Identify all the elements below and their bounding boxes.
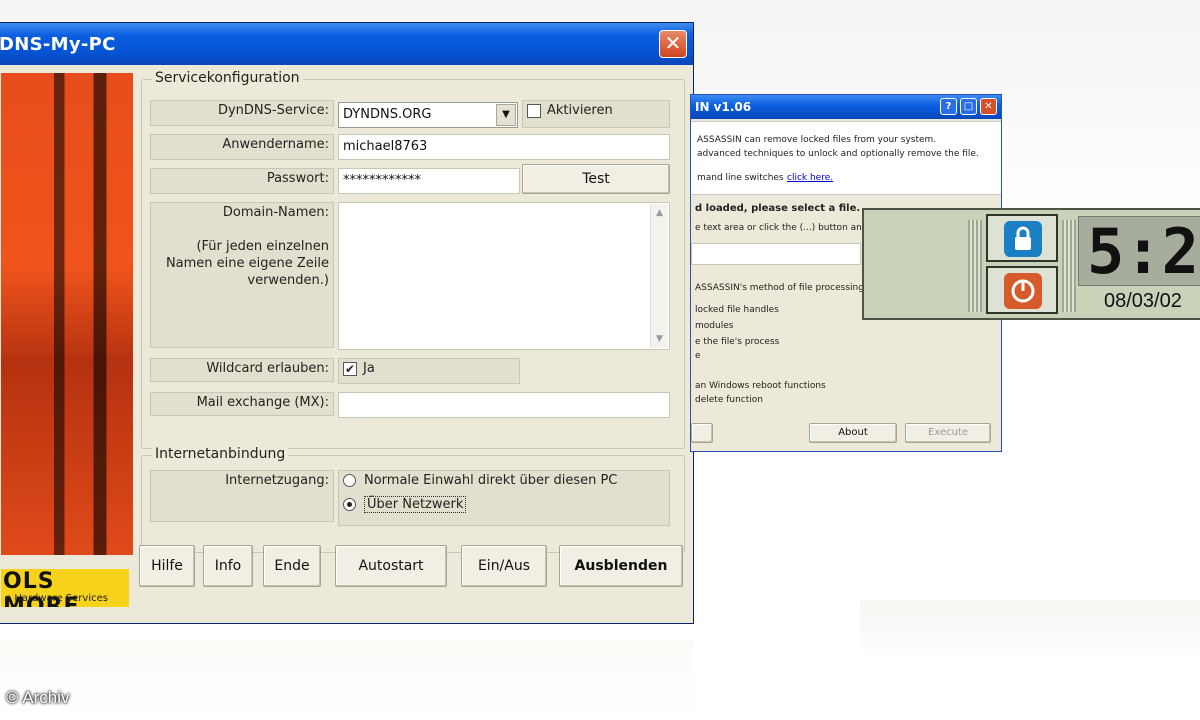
logo-image [1, 73, 133, 555]
assassin-desc-line-3: mand line switches [697, 173, 784, 183]
domain-names-title: Domain-Namen: [222, 205, 329, 220]
window-reflection [0, 640, 694, 720]
chevron-down-icon[interactable]: ▼ [496, 104, 516, 126]
username-field[interactable]: michael8763 [338, 134, 670, 160]
execute-button[interactable]: Execute [905, 423, 991, 443]
wildcard-checkbox[interactable]: ✔ [343, 361, 357, 376]
internet-access-options: Normale Einwahl direkt über diesen PC Üb… [338, 470, 670, 526]
radio-network[interactable] [343, 498, 356, 511]
date-display: 08/03/02 [1104, 290, 1182, 312]
activate-checkbox[interactable] [527, 103, 541, 118]
clock-reflection [860, 600, 1200, 660]
file-path-input[interactable] [691, 243, 861, 265]
dyndns-service-value: DYNDNS.ORG [343, 107, 432, 122]
scroll-up-icon[interactable]: ▲ [651, 204, 668, 222]
radio-network-row[interactable]: Über Netzwerk [343, 496, 665, 521]
wildcard-label: Wildcard erlauben: [150, 358, 334, 382]
clock-widget: 5:2 08/03/02 [862, 208, 1200, 320]
end-button[interactable]: Ende [263, 545, 321, 587]
activate-label: Aktivieren [547, 103, 613, 118]
username-label: Anwendername: [150, 134, 334, 160]
wildcard-option-label: Ja [363, 361, 375, 376]
title-bar[interactable]: DNS-My-PC ✕ [0, 23, 693, 65]
about-button[interactable]: About [809, 423, 897, 443]
radio-direct[interactable] [343, 474, 356, 487]
option-4[interactable]: e [695, 351, 701, 361]
window-title: DNS-My-PC [0, 34, 116, 55]
option-3[interactable]: e the file's process [695, 337, 779, 347]
assassin-title-bar[interactable]: IN v1.06 ? □ ✕ [691, 95, 1001, 119]
assassin-hint: e text area or click the (...) button an… [695, 223, 868, 233]
option-1[interactable]: locked file handles [695, 305, 779, 315]
password-label: Passwort: [150, 168, 334, 194]
domain-names-textarea[interactable] [338, 202, 670, 350]
activate-checkbox-row[interactable]: Aktivieren [522, 100, 670, 128]
assassin-method: ASSASSIN's method of file processing [695, 283, 864, 293]
maximize-icon[interactable]: □ [960, 98, 977, 115]
digital-time: 5:2 [1078, 216, 1200, 287]
mx-field[interactable] [338, 392, 670, 418]
service-config-group: Servicekonfiguration DynDNS-Service: DYN… [141, 70, 685, 449]
lock-icon [1004, 221, 1042, 257]
scroll-down-icon[interactable]: ▼ [651, 330, 668, 348]
option-5[interactable]: an Windows reboot functions [695, 381, 826, 391]
power-icon [1004, 273, 1042, 309]
brand-tagline: e Hardware Services [5, 593, 108, 604]
domain-names-label: Domain-Namen: (Für jeden einzelnen Namen… [150, 202, 334, 348]
internet-connection-group: Internetanbindung Internetzugang: Normal… [141, 446, 685, 553]
click-here-link[interactable]: click here. [787, 173, 833, 183]
domain-names-hint: (Für jeden einzelnen Namen eine eigene Z… [165, 239, 329, 288]
autostart-button[interactable]: Autostart [335, 545, 447, 587]
close-icon[interactable]: ✕ [980, 98, 997, 115]
assassin-title: IN v1.06 [695, 100, 752, 114]
radio-direct-row[interactable]: Normale Einwahl direkt über diesen PC [343, 473, 665, 497]
on-off-button[interactable]: Ein/Aus [461, 545, 547, 587]
wildcard-checkbox-row[interactable]: ✔ Ja [338, 358, 520, 384]
left-slider[interactable] [968, 220, 982, 312]
radio-direct-label: Normale Einwahl direkt über diesen PC [364, 473, 618, 488]
right-slider[interactable] [1062, 220, 1076, 312]
assassin-desc-line-2: advanced techniques to unlock and option… [697, 149, 979, 159]
domain-scrollbar[interactable]: ▲ ▼ [650, 204, 668, 348]
service-config-legend: Servicekonfiguration [152, 70, 303, 86]
copyright-watermark: © Archiv [6, 688, 70, 707]
mx-label: Mail exchange (MX): [150, 392, 334, 416]
option-6[interactable]: delete function [695, 395, 763, 405]
internet-access-label: Internetzugang: [150, 470, 334, 522]
password-field[interactable]: ************ [338, 168, 520, 194]
dyndns-service-label: DynDNS-Service: [150, 100, 334, 126]
dyndns-window: DNS-My-PC ✕ OLS MORE e Hardware Services… [0, 22, 694, 624]
test-button[interactable]: Test [522, 164, 670, 194]
close-button[interactable]: ✕ [659, 30, 687, 58]
hide-button[interactable]: Ausblenden [559, 545, 683, 587]
radio-network-label: Über Netzwerk [364, 496, 467, 513]
assassin-status: d loaded, please select a file. [695, 203, 861, 214]
assassin-desc-line-1: ASSASSIN can remove locked files from yo… [697, 135, 937, 145]
lock-button[interactable] [986, 214, 1058, 262]
internet-connection-legend: Internetanbindung [152, 446, 289, 462]
help-button[interactable]: Hilfe [139, 545, 195, 587]
info-button[interactable]: Info [203, 545, 253, 587]
option-2[interactable]: modules [695, 321, 733, 331]
help-icon[interactable]: ? [940, 98, 957, 115]
brand-logo: OLS MORE e Hardware Services [1, 569, 129, 607]
left-button[interactable] [691, 423, 713, 443]
power-button[interactable] [986, 266, 1058, 314]
dyndns-service-select[interactable]: DYNDNS.ORG ▼ [338, 102, 518, 128]
